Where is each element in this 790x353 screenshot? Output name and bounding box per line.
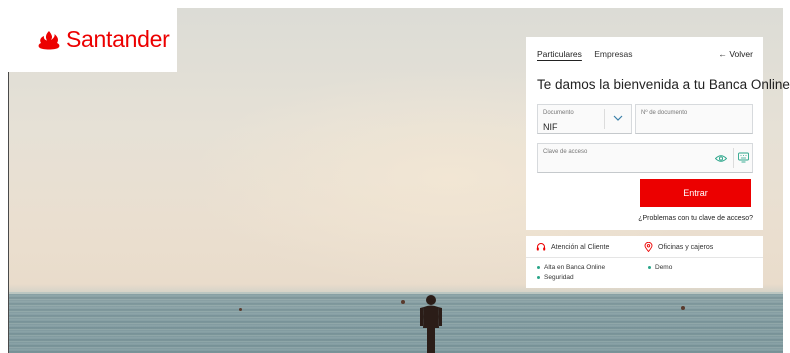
password-help-link[interactable]: ¿Problemas con tu clave de acceso? [638, 215, 753, 222]
login-title: Te damos la bienvenida a tu Banca Online [537, 77, 790, 92]
santander-flame-icon [38, 31, 60, 50]
link-seguridad[interactable]: Seguridad [537, 274, 574, 281]
link-demo[interactable]: Demo [648, 264, 672, 271]
document-type-label: Documento [543, 110, 574, 116]
customer-service-label: Atención al Cliente [551, 243, 610, 251]
eye-icon[interactable] [715, 154, 727, 163]
document-type-value: NIF [543, 122, 558, 132]
field-divider [733, 148, 734, 168]
location-pin-icon [644, 242, 653, 252]
swimmer [239, 308, 242, 311]
customer-service-link[interactable]: Atención al Cliente [536, 242, 609, 252]
help-card: Atención al Cliente Oficinas y cajeros A… [526, 236, 763, 288]
bullet-dot [648, 265, 651, 269]
person-silhouette [420, 295, 442, 353]
offices-link[interactable]: Oficinas y cajeros [644, 242, 713, 252]
brand-name[interactable]: Santander [66, 26, 170, 53]
link-label: Seguridad [544, 274, 574, 281]
link-label: Alta en Banca Online [544, 264, 606, 271]
password-label: Clave de acceso [543, 149, 588, 155]
bullet-dot [537, 275, 540, 279]
offices-label: Oficinas y cajeros [658, 243, 714, 251]
link-alta-banca-online[interactable]: Alta en Banca Online [537, 264, 605, 271]
document-number-label: Nº de documento [641, 110, 688, 116]
field-divider [604, 109, 605, 129]
login-tabs: Particulares Empresas [537, 49, 643, 59]
link-label: Demo [655, 264, 673, 271]
headset-icon [536, 243, 546, 251]
document-number-input[interactable]: Nº de documento [635, 104, 753, 134]
document-type-select[interactable]: Documento NIF [537, 104, 632, 134]
login-card: Particulares Empresas ← Volver Te damos … [526, 37, 790, 230]
swimmer [681, 306, 685, 310]
swimmer [401, 300, 405, 304]
bullet-dot [537, 265, 540, 269]
tab-empresas[interactable]: Empresas [594, 49, 632, 59]
sea [9, 294, 783, 353]
enter-button[interactable]: Entrar [640, 179, 751, 207]
logo-box: Santander [8, 8, 177, 72]
back-link[interactable]: ← Volver [719, 49, 754, 59]
password-input[interactable]: Clave de acceso [537, 143, 753, 173]
divider [526, 257, 763, 258]
tab-particulares[interactable]: Particulares [537, 49, 582, 59]
chevron-down-icon[interactable] [613, 114, 623, 122]
keyboard-icon[interactable] [738, 152, 749, 163]
